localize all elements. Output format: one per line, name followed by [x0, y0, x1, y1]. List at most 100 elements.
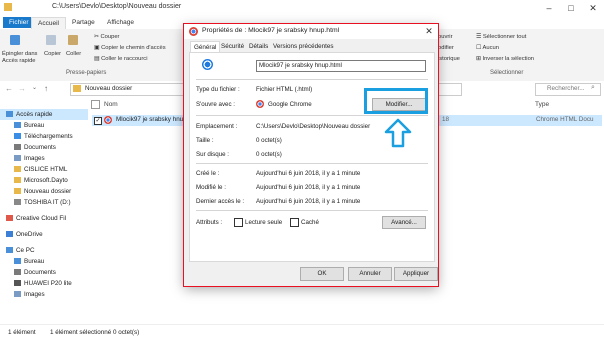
ok-button[interactable]: OK: [300, 267, 344, 281]
tab-details[interactable]: Détails: [246, 41, 271, 52]
column-name-header[interactable]: Nom: [104, 101, 118, 108]
nav-item[interactable]: Images: [0, 289, 88, 300]
dialog-close-button[interactable]: ✕: [420, 24, 438, 39]
select-none-button[interactable]: ☐ Aucun: [476, 45, 499, 51]
folder-icon: [14, 122, 21, 129]
nav-item[interactable]: Documents: [0, 142, 88, 153]
html-file-icon: [202, 59, 213, 70]
nav-item[interactable]: Images: [0, 153, 88, 164]
nav-item-label: Images: [24, 291, 45, 298]
select-all-icon: ☰: [476, 34, 483, 40]
accessed-label: Dernier accès le :: [196, 198, 245, 205]
file-date: 18: [442, 116, 450, 123]
readonly-checkbox[interactable]: [234, 218, 243, 227]
hidden-checkbox[interactable]: [290, 218, 299, 227]
folder-icon: [4, 3, 12, 11]
cancel-button[interactable]: Annuler: [348, 267, 392, 281]
tab-accueil[interactable]: Accueil: [31, 17, 66, 29]
divider: [196, 163, 428, 164]
nav-item-label: OneDrive: [16, 231, 43, 238]
nav-item[interactable]: Documents: [0, 267, 88, 278]
location-label: Emplacement :: [196, 123, 238, 130]
nav-item[interactable]: Ce PC: [0, 245, 88, 256]
nav-item-label: HUAWEI P20 lite: [24, 280, 72, 287]
copy-path-label: Copier le chemin d'accès: [101, 45, 166, 51]
cut-button[interactable]: ✂ Couper: [94, 34, 119, 40]
column-type-header[interactable]: Type: [535, 101, 549, 108]
tab-fichier[interactable]: Fichier: [3, 17, 35, 28]
general-panel: Mlocik97 je srabsky hnup.html Type du fi…: [189, 52, 435, 262]
row-checkbox[interactable]: ✓: [94, 117, 102, 125]
clipboard-group-label: Presse-papiers: [66, 70, 107, 76]
chrome-icon: [189, 27, 198, 36]
invert-selection-label: Inverser la sélection: [482, 56, 535, 62]
nav-item[interactable]: Bureau: [0, 120, 88, 131]
nav-item[interactable]: Nouveau dossier: [0, 186, 88, 197]
forward-icon[interactable]: →: [18, 84, 26, 93]
nav-item-label: Téléchargements: [24, 133, 73, 140]
search-placeholder: Rechercher...: [547, 85, 585, 92]
nav-item[interactable]: TOSHIBA IT (D:): [0, 197, 88, 208]
address-text: Nouveau dossier: [85, 85, 133, 92]
search-icon: ⌕: [591, 84, 595, 91]
up-arrow-icon: [384, 118, 412, 148]
nav-item[interactable]: Accès rapide: [0, 109, 88, 120]
nav-item[interactable]: CISLICE HTML: [0, 164, 88, 175]
nav-item[interactable]: Microsoft.Dayto: [0, 175, 88, 186]
paste-shortcut-button[interactable]: ▤ Coller le raccourci: [94, 56, 147, 62]
pin-button[interactable]: Épingler dans Accès rapide: [2, 51, 42, 65]
copy-path-button[interactable]: ▣ Copier le chemin d'accès: [94, 45, 166, 51]
nav-item-label: TOSHIBA IT (D:): [24, 199, 71, 206]
disk-size-label: Sur disque :: [196, 151, 230, 158]
nav-item-label: Images: [24, 155, 45, 162]
nav-item-label: Creative Cloud Fil: [16, 215, 67, 222]
modified-value: Aujourd'hui 6 juin 2018, il y a 1 minute: [256, 184, 361, 191]
attributes-label: Attributs :: [196, 219, 223, 226]
nav-item-label: Documents: [24, 269, 56, 276]
nav-item-label: Accès rapide: [16, 111, 53, 118]
filename-input[interactable]: Mlocik97 je srabsky hnup.html: [256, 60, 426, 72]
search-input[interactable]: Rechercher... ⌕: [535, 83, 601, 96]
nav-item-label: Documents: [24, 144, 56, 151]
close-button[interactable]: ✕: [582, 0, 604, 16]
invert-selection-button[interactable]: ⊞ Inverser la sélection: [476, 56, 534, 62]
modify-ribbon-button[interactable]: odifier: [438, 45, 454, 51]
folder-icon: [14, 269, 21, 276]
pin-icon: [10, 35, 20, 45]
folder-icon: [14, 188, 21, 195]
history-button[interactable]: istorique: [438, 56, 460, 62]
nav-item[interactable]: HUAWEI P20 lite: [0, 278, 88, 289]
open-button[interactable]: ouvrir: [438, 34, 453, 40]
created-value: Aujourd'hui 6 juin 2018, il y a 1 minute: [256, 170, 361, 177]
nav-item[interactable]: Bureau: [0, 256, 88, 267]
folder-icon: [14, 144, 21, 151]
back-icon[interactable]: ←: [5, 84, 13, 93]
folder-icon: [6, 215, 13, 222]
disk-size-value: 0 octet(s): [256, 151, 282, 158]
advanced-button[interactable]: Avancé...: [382, 216, 426, 229]
tab-previous-versions[interactable]: Versions précédentes: [270, 41, 337, 52]
folder-icon: [14, 177, 21, 184]
minimize-button[interactable]: –: [538, 0, 560, 16]
maximize-button[interactable]: □: [560, 0, 582, 16]
select-all-label: Sélectionner tout: [482, 34, 527, 40]
tab-partage[interactable]: Partage: [66, 17, 101, 28]
up-icon[interactable]: ↑: [44, 84, 48, 93]
nav-item[interactable]: Téléchargements: [0, 131, 88, 142]
recent-chevron-icon[interactable]: ⌄: [32, 84, 37, 91]
tab-affichage[interactable]: Affichage: [101, 17, 140, 28]
nav-item[interactable]: OneDrive: [0, 229, 88, 240]
paste-button[interactable]: Coller: [66, 51, 81, 57]
hidden-label: Caché: [301, 219, 319, 226]
dialog-title-bar: Propriétés de : Mlocik97 je srabsky hnup…: [184, 24, 438, 39]
select-all-checkbox[interactable]: [91, 100, 100, 109]
nav-item[interactable]: Creative Cloud Fil: [0, 213, 88, 224]
tab-security[interactable]: Sécurité: [218, 41, 247, 52]
highlight-box: [364, 88, 428, 114]
select-all-button[interactable]: ☰ Sélectionner tout: [476, 34, 526, 40]
copy-button[interactable]: Copier: [44, 51, 61, 57]
apply-button[interactable]: Appliquer: [394, 267, 438, 281]
selection-group-label: Sélectionner: [490, 70, 524, 76]
paste-shortcut-label: Coller le raccourci: [101, 56, 148, 62]
opens-with-value: Google Chrome: [268, 101, 312, 108]
